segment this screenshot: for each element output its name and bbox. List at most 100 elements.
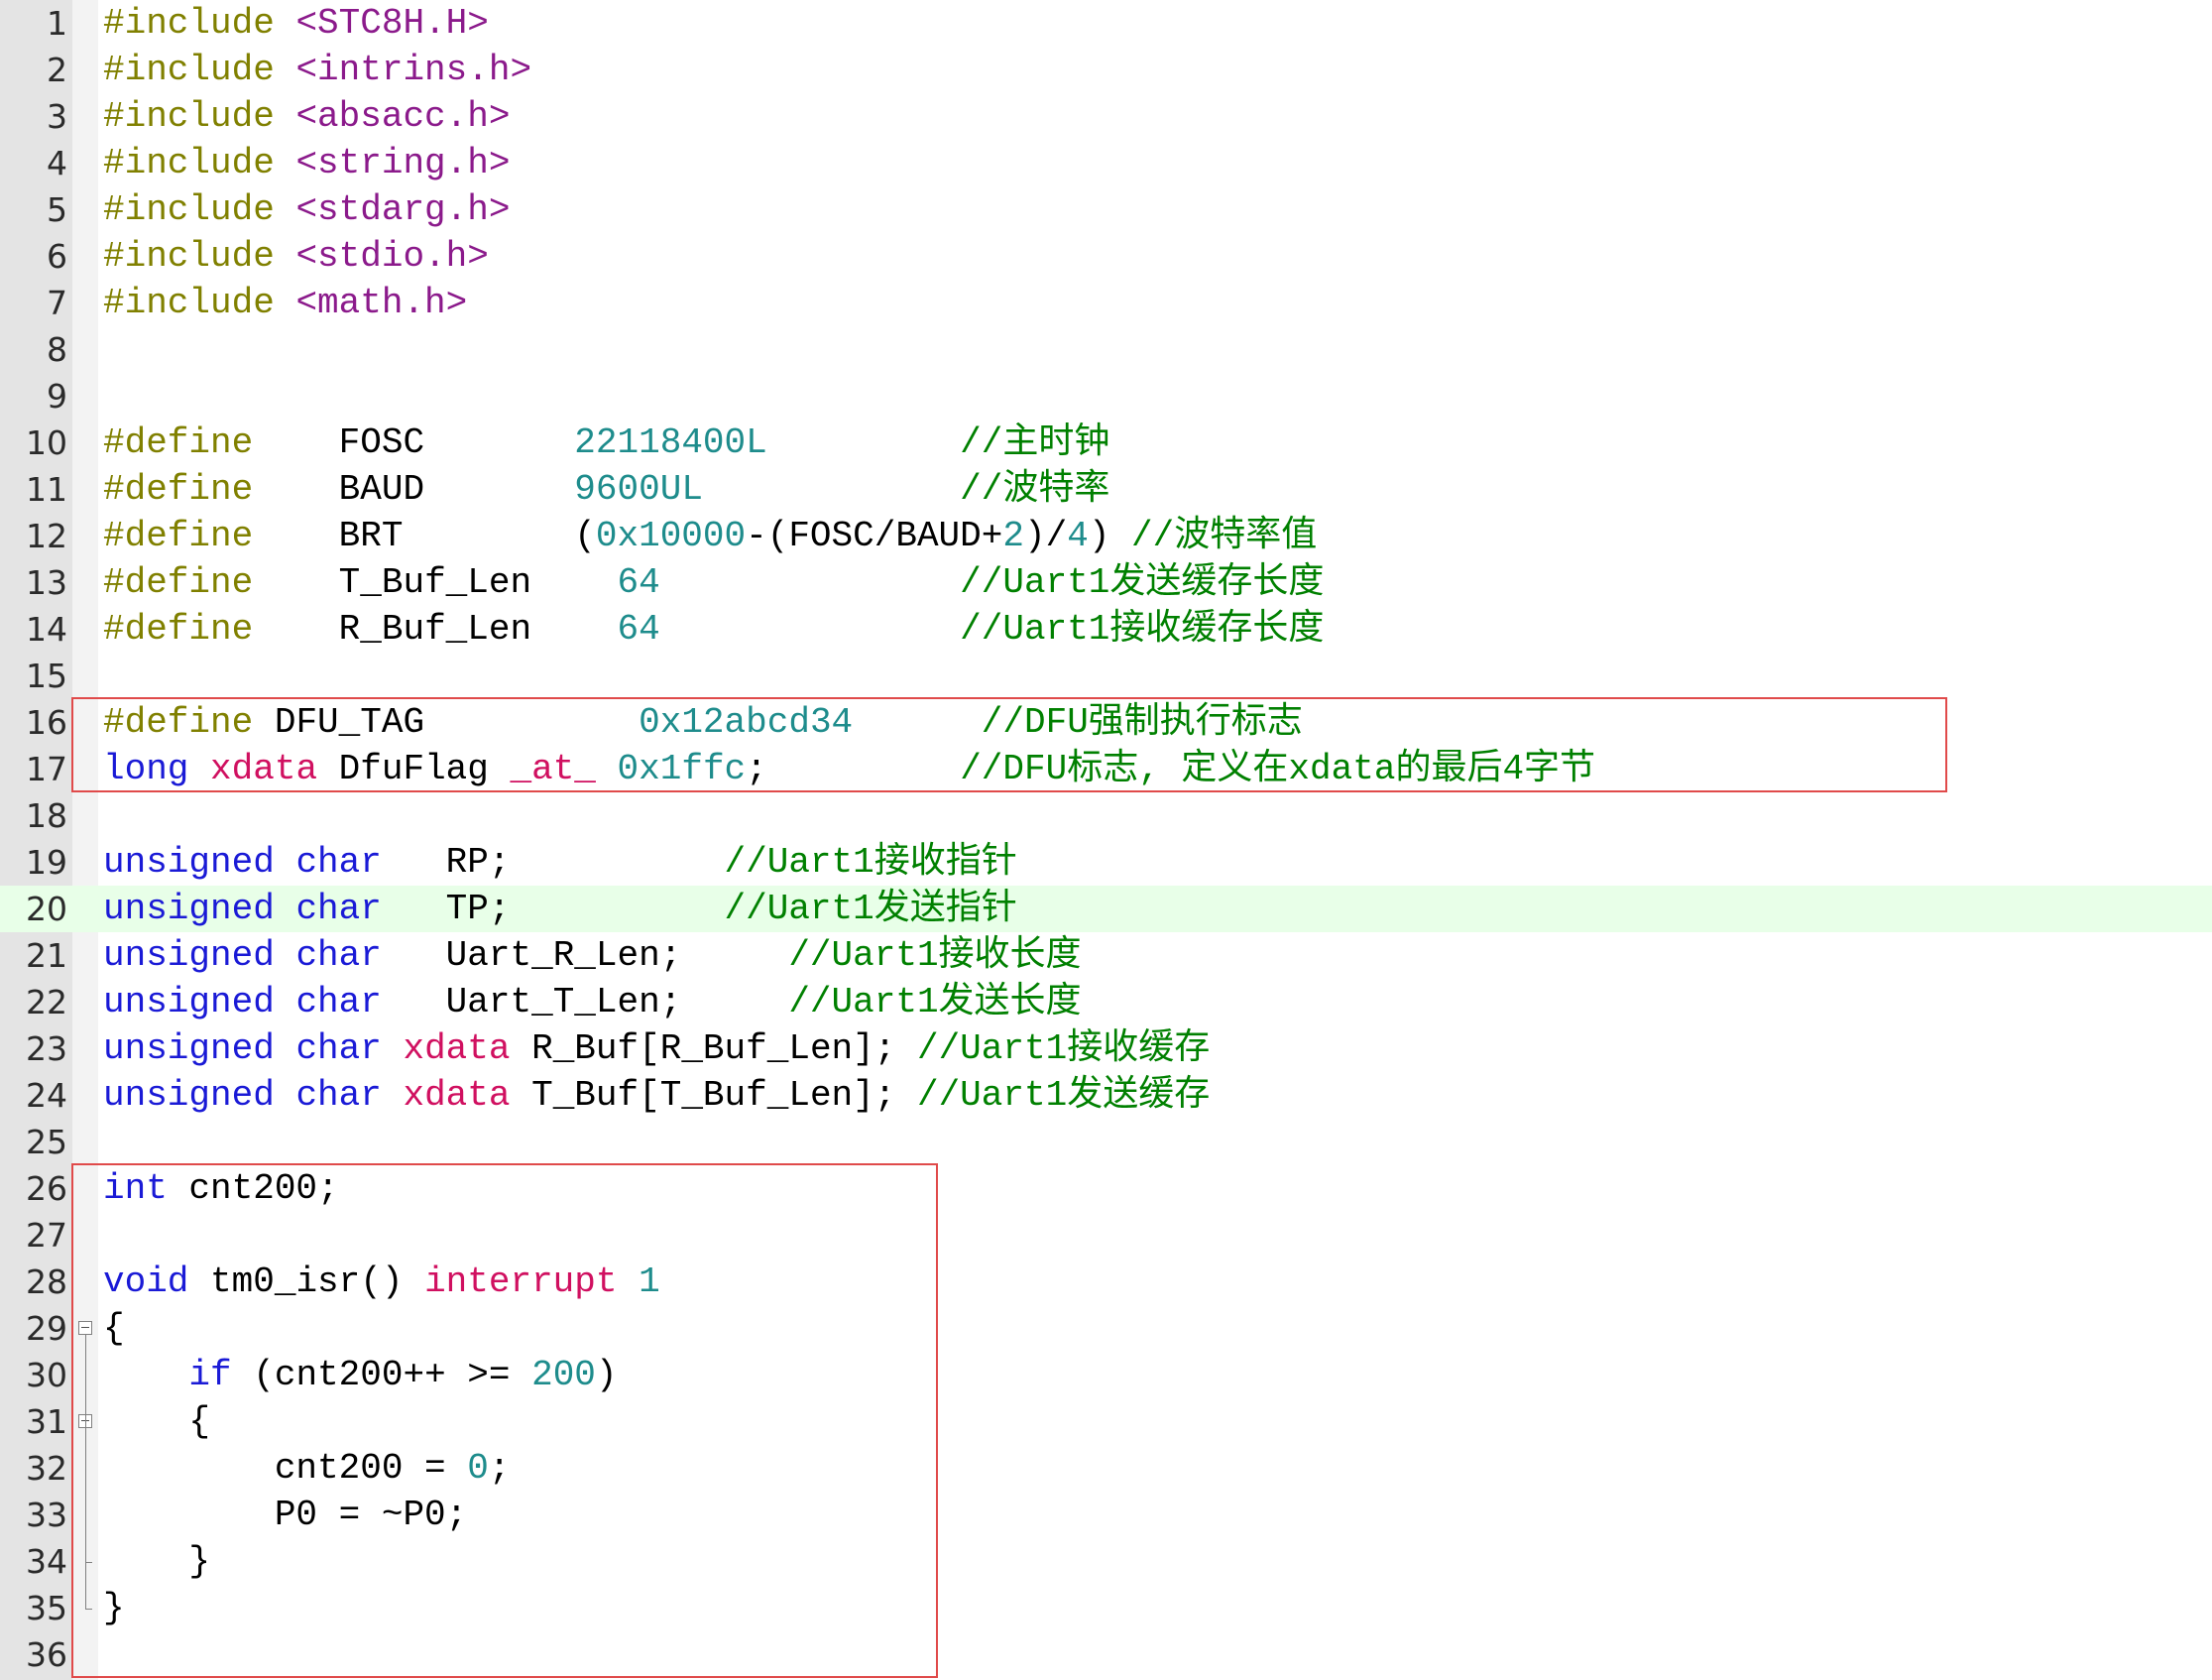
code-line[interactable]: 13 #define T_Buf_Len 64 //Uart1发送缓存长度 bbox=[0, 559, 2212, 606]
code-token: -(FOSC/BAUD+ bbox=[746, 516, 1003, 556]
code-line[interactable]: 9 bbox=[0, 373, 2212, 420]
fold-guide-line bbox=[85, 1335, 86, 1609]
code-line[interactable]: 3 #include <absacc.h> bbox=[0, 93, 2212, 140]
line-number: 36 bbox=[26, 1635, 67, 1674]
code-line[interactable]: 31 { bbox=[0, 1398, 2212, 1445]
code-token: 0x10000 bbox=[595, 516, 747, 556]
line-number: 12 bbox=[26, 517, 67, 555]
code-line[interactable]: 11 #define BAUD 9600UL //波特率 bbox=[0, 466, 2212, 513]
code-line[interactable]: 19 unsigned char RP; //Uart1接收指针 bbox=[0, 839, 2212, 886]
code-token: #define bbox=[103, 702, 254, 743]
code-line[interactable]: 25 bbox=[0, 1119, 2212, 1165]
code-line[interactable]: 6 #include <stdio.h> bbox=[0, 233, 2212, 280]
line-number: 19 bbox=[26, 843, 67, 882]
code-line[interactable]: 2 #include <intrins.h> bbox=[0, 47, 2212, 93]
code-line[interactable]: 35} bbox=[0, 1585, 2212, 1631]
code-text: #define BRT (0x10000-(FOSC/BAUD+2)/4) //… bbox=[103, 513, 1317, 559]
code-text: { bbox=[103, 1305, 125, 1352]
code-line[interactable]: 18 bbox=[0, 792, 2212, 839]
code-token: ) bbox=[1088, 516, 1132, 556]
code-text: #include <intrins.h> bbox=[103, 47, 531, 93]
code-line[interactable]: 26 int cnt200; bbox=[0, 1165, 2212, 1212]
code-text: } bbox=[103, 1585, 125, 1631]
code-token: TP; bbox=[381, 889, 725, 929]
code-line[interactable]: 28 void tm0_isr() interrupt 1 bbox=[0, 1259, 2212, 1305]
code-token: 200 bbox=[531, 1355, 596, 1395]
code-line[interactable]: 17 long xdata DfuFlag _at_ 0x1ffc; //DFU标… bbox=[0, 746, 2212, 792]
code-line[interactable]: 20 unsigned char TP; //Uart1发送指针 bbox=[0, 886, 2212, 932]
code-token: char bbox=[295, 935, 382, 976]
code-line[interactable]: 29 { bbox=[0, 1305, 2212, 1352]
code-token: //主时钟 bbox=[960, 422, 1110, 463]
code-token: { bbox=[103, 1308, 125, 1349]
line-number: 34 bbox=[26, 1542, 67, 1581]
fold-minus-icon[interactable] bbox=[78, 1321, 92, 1335]
code-line[interactable]: 8 bbox=[0, 326, 2212, 373]
code-token: 0 bbox=[467, 1448, 489, 1489]
code-token: <math.h> bbox=[295, 283, 468, 323]
code-token: //Uart1发送指针 bbox=[724, 889, 1017, 929]
code-token: #include bbox=[103, 236, 275, 277]
code-line[interactable]: 10 #define FOSC 22118400L //主时钟 bbox=[0, 420, 2212, 466]
code-token: //DFU标志, 定义在xdata的最后4字节 bbox=[960, 749, 1596, 789]
code-line[interactable]: 12 #define BRT (0x10000-(FOSC/BAUD+2)/4) … bbox=[0, 513, 2212, 559]
code-token: #include bbox=[103, 283, 275, 323]
code-token: { bbox=[103, 1401, 211, 1442]
code-text: unsigned char TP; //Uart1发送指针 bbox=[103, 886, 1017, 932]
line-number: 7 bbox=[47, 284, 67, 322]
line-number: 13 bbox=[26, 563, 67, 602]
code-line[interactable]: 7 #include <math.h> bbox=[0, 280, 2212, 326]
code-token: 4 bbox=[1067, 516, 1089, 556]
code-token: unsigned bbox=[103, 982, 275, 1022]
code-line[interactable]: 1 #include <STC8H.H> bbox=[0, 0, 2212, 47]
code-token: char bbox=[295, 1028, 382, 1069]
code-line[interactable]: 33 P0 = ~P0; bbox=[0, 1492, 2212, 1538]
code-editor[interactable]: 1 #include <STC8H.H> 2 #include <intrins.h>… bbox=[0, 0, 2212, 1680]
code-token: #include bbox=[103, 3, 275, 44]
code-line[interactable]: 36 bbox=[0, 1631, 2212, 1678]
code-line[interactable]: 22 unsigned char Uart_T_Len; //Uart1发送长度 bbox=[0, 979, 2212, 1025]
code-token: xdata bbox=[403, 1075, 511, 1116]
code-token: if bbox=[188, 1355, 232, 1395]
code-token: } bbox=[103, 1588, 125, 1628]
line-number: 2 bbox=[47, 51, 67, 89]
code-line[interactable]: 14 #define R_Buf_Len 64 //Uart1接收缓存长度 bbox=[0, 606, 2212, 653]
line-number: 6 bbox=[47, 237, 67, 276]
code-text: #include <math.h> bbox=[103, 280, 467, 326]
code-text: void tm0_isr() interrupt 1 bbox=[103, 1259, 660, 1305]
code-token: P0 = ~P0; bbox=[103, 1495, 468, 1535]
line-number: 31 bbox=[26, 1402, 67, 1441]
code-line[interactable]: 30 if (cnt200++ >= 200) bbox=[0, 1352, 2212, 1398]
code-token: FOSC bbox=[253, 422, 575, 463]
code-token: //波特率值 bbox=[1131, 516, 1318, 556]
code-token: unsigned bbox=[103, 1075, 275, 1116]
code-line[interactable]: 34 } bbox=[0, 1538, 2212, 1585]
code-line[interactable]: 32 cnt200 = 0; bbox=[0, 1445, 2212, 1492]
code-line[interactable]: 4 #include <string.h> bbox=[0, 140, 2212, 186]
code-text: cnt200 = 0; bbox=[103, 1445, 511, 1492]
code-token: ; bbox=[488, 1448, 511, 1489]
line-number: 26 bbox=[26, 1169, 67, 1208]
code-line[interactable]: 16 #define DFU_TAG 0x12abcd34 //DFU强制执行标志 bbox=[0, 699, 2212, 746]
code-line[interactable]: 27 bbox=[0, 1212, 2212, 1259]
code-text: #define T_Buf_Len 64 //Uart1发送缓存长度 bbox=[103, 559, 1324, 606]
fold-end-marker bbox=[85, 1562, 92, 1563]
code-text: #define FOSC 22118400L //主时钟 bbox=[103, 420, 1109, 466]
code-line[interactable]: 21 unsigned char Uart_R_Len; //Uart1接收长度 bbox=[0, 932, 2212, 979]
code-line[interactable]: 24 unsigned char xdata T_Buf[T_Buf_Len]; … bbox=[0, 1072, 2212, 1119]
code-text: #include <absacc.h> bbox=[103, 93, 510, 140]
code-text: #include <STC8H.H> bbox=[103, 0, 489, 47]
code-line[interactable]: 23 unsigned char xdata R_Buf[R_Buf_Len]; … bbox=[0, 1025, 2212, 1072]
code-line[interactable]: 15 bbox=[0, 653, 2212, 699]
code-line[interactable]: 5 #include <stdarg.h> bbox=[0, 186, 2212, 233]
line-number: 20 bbox=[26, 890, 67, 928]
fold-end-marker bbox=[85, 1609, 92, 1610]
code-token: BRT ( bbox=[253, 516, 596, 556]
code-token: //Uart1接收长度 bbox=[788, 935, 1082, 976]
code-token: 22118400L bbox=[574, 422, 767, 463]
